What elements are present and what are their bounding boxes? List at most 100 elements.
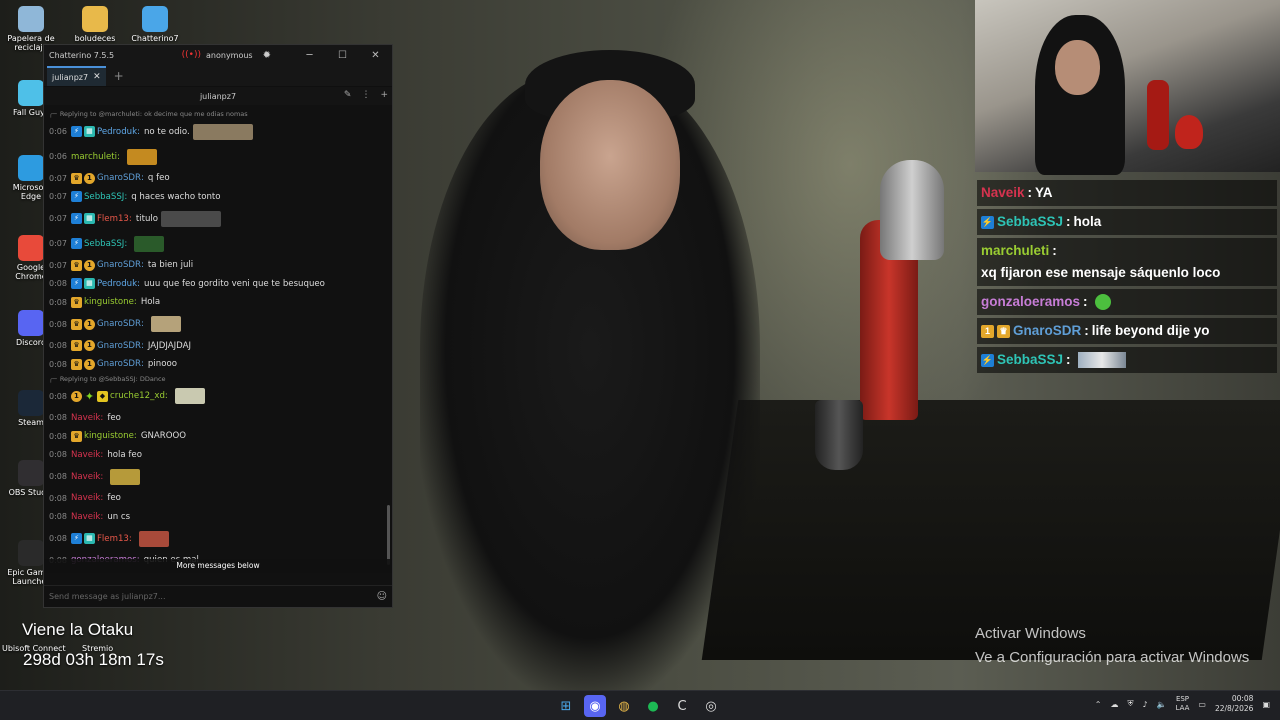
spark-badge-icon[interactable]: ✦ bbox=[84, 391, 95, 402]
language-indicator[interactable]: ESP LAA bbox=[1176, 695, 1190, 713]
chat-message[interactable]: 0:08 Naveik: un cs bbox=[49, 508, 392, 527]
chat-message[interactable]: 0:08 Naveik: hola feo bbox=[49, 446, 392, 465]
spotify-taskbar-icon[interactable]: ● bbox=[642, 695, 664, 717]
sub-badge-icon[interactable]: ▦ bbox=[83, 533, 95, 544]
maximize-button[interactable]: ☐ bbox=[326, 50, 359, 61]
prime-badge-icon[interactable]: ⚡ bbox=[70, 533, 82, 544]
discord-taskbar-icon[interactable]: ◉ bbox=[584, 695, 606, 717]
chat-message[interactable]: 0:07 ⚡ ▦ Flem13: titulo bbox=[49, 206, 392, 231]
reply-context[interactable]: Replying to @marchuleti: ok decime que m… bbox=[49, 109, 392, 119]
desktop-icon[interactable]: Chatterino7 bbox=[130, 6, 180, 43]
crown-badge-icon[interactable]: ♛ bbox=[70, 340, 82, 352]
chatterino-window[interactable]: Chatterino 7.5.5 ((•)) anonymous ✹ ─ ☐ ✕… bbox=[43, 44, 393, 608]
prime-badge-icon[interactable]: ⚡ bbox=[70, 126, 82, 137]
username[interactable]: cruche12_xd bbox=[110, 391, 165, 401]
username[interactable]: Pedroduk bbox=[97, 279, 137, 289]
num-badge-icon[interactable]: 1 bbox=[83, 340, 95, 352]
emote-image[interactable] bbox=[174, 388, 205, 404]
chat-message[interactable]: 0:08 ♛ 1 GnaroSDR: JAJDJAJDAJ bbox=[49, 337, 392, 356]
prime-badge-icon[interactable]: ⚡ bbox=[70, 238, 82, 249]
emote-image[interactable] bbox=[138, 530, 169, 547]
mic-icon[interactable]: ♪ bbox=[1142, 700, 1147, 709]
prime-badge-icon[interactable]: ⚡ bbox=[70, 191, 82, 203]
emote-image[interactable] bbox=[134, 235, 165, 252]
username[interactable]: GnaroSDR bbox=[97, 359, 141, 369]
desktop-icon[interactable]: boludeces bbox=[70, 6, 120, 43]
username[interactable]: GnaroSDR bbox=[97, 173, 141, 183]
username[interactable]: kinguistone bbox=[84, 297, 134, 307]
username[interactable]: Naveik bbox=[71, 493, 100, 503]
add-tab-icon[interactable]: + bbox=[114, 69, 124, 83]
username[interactable]: Pedroduk bbox=[97, 127, 137, 137]
more-icon[interactable]: ⋮ bbox=[361, 90, 370, 100]
crown-badge-icon[interactable]: ♛ bbox=[70, 358, 82, 370]
shield-icon[interactable]: ⛨ bbox=[1127, 699, 1133, 709]
username[interactable]: SebbaSSJ bbox=[84, 239, 124, 249]
network-app-icon[interactable]: ☁ bbox=[1110, 700, 1118, 709]
chat-message[interactable]: 0:08 ♛ kinguistone: GNAROOO bbox=[49, 427, 392, 446]
username[interactable]: GnaroSDR bbox=[97, 260, 141, 270]
chevron-up-icon[interactable]: ⌃ bbox=[1095, 700, 1102, 709]
more-messages-below[interactable]: More messages below bbox=[44, 559, 392, 573]
username[interactable]: Flem13 bbox=[97, 214, 129, 224]
tab-julianpz7[interactable]: julianpz7 ✕ bbox=[47, 66, 106, 86]
chat-message[interactable]: 0:07 ⚡ SebbaSSJ: q haces wacho tonto bbox=[49, 188, 392, 207]
username[interactable]: GnaroSDR bbox=[97, 341, 141, 351]
crown-badge-icon[interactable]: ♛ bbox=[70, 259, 82, 271]
chat-message[interactable]: 0:07 ♛ 1 GnaroSDR: ta bien juli bbox=[49, 256, 392, 275]
title-bar[interactable]: Chatterino 7.5.5 ((•)) anonymous ✹ ─ ☐ ✕ bbox=[44, 45, 392, 65]
num-badge-icon[interactable]: 1 bbox=[83, 259, 95, 271]
chat-message[interactable]: 0:08 Naveik: feo bbox=[49, 489, 392, 508]
username[interactable]: Naveik bbox=[71, 413, 100, 423]
crown-badge-icon[interactable]: ♛ bbox=[70, 318, 82, 330]
username[interactable]: Flem13 bbox=[97, 534, 129, 544]
message-list[interactable]: Replying to @marchuleti: ok decime que m… bbox=[44, 105, 392, 573]
chat-message[interactable]: 0:06 ⚡ ▦ Pedroduk: no te odio. bbox=[49, 119, 392, 144]
start-icon[interactable]: ⊞ bbox=[555, 695, 577, 717]
account-name[interactable]: anonymous bbox=[206, 51, 253, 60]
chrome-taskbar-icon[interactable]: ◍ bbox=[613, 695, 635, 717]
close-button[interactable]: ✕ bbox=[359, 50, 392, 61]
num-badge-icon[interactable]: 1 bbox=[70, 390, 82, 402]
num-badge-icon[interactable]: 1 bbox=[83, 358, 95, 370]
username[interactable]: kinguistone bbox=[84, 431, 134, 441]
prime-badge-icon[interactable]: ⚡ bbox=[70, 278, 82, 290]
volume-icon[interactable]: 🔈 bbox=[1157, 700, 1167, 709]
username[interactable]: Naveik bbox=[71, 450, 100, 460]
crown-badge-icon[interactable]: ♛ bbox=[70, 172, 82, 184]
clock[interactable]: 00:08 22/8/2026 bbox=[1215, 694, 1253, 714]
username[interactable]: Naveik bbox=[71, 472, 100, 482]
emote-picker-icon[interactable]: ☺ bbox=[377, 591, 387, 602]
sub-badge-icon[interactable]: ▦ bbox=[83, 278, 95, 290]
crown-badge-icon[interactable]: ♛ bbox=[70, 296, 82, 308]
pencil-icon[interactable]: ✎ bbox=[344, 90, 352, 100]
emote-image[interactable] bbox=[150, 316, 181, 332]
wifi-icon[interactable]: ▭ bbox=[1198, 700, 1206, 709]
scrollbar[interactable] bbox=[387, 505, 390, 565]
chatterino-taskbar-icon[interactable]: C bbox=[671, 695, 693, 717]
username[interactable]: marchuleti bbox=[71, 152, 117, 162]
sub-badge-icon[interactable]: ▦ bbox=[83, 213, 95, 224]
sub-badge-icon[interactable]: ▦ bbox=[83, 126, 95, 137]
username[interactable]: Naveik bbox=[71, 512, 100, 522]
gear-icon[interactable]: ✹ bbox=[263, 50, 271, 61]
chat-message[interactable]: 0:08 ⚡ ▦ Pedroduk: uuu que feo gordito veni … bbox=[49, 275, 392, 294]
chat-message[interactable]: 0:08 Naveik: bbox=[49, 464, 392, 489]
emote-image[interactable] bbox=[110, 468, 141, 485]
chat-message[interactable]: 0:08 ♛ kinguistone: Hola bbox=[49, 293, 392, 312]
notification-icon[interactable]: ▣ bbox=[1262, 700, 1270, 709]
chat-message[interactable]: 0:06 marchuleti: bbox=[49, 144, 392, 169]
close-tab-icon[interactable]: ✕ bbox=[93, 72, 101, 82]
chat-message[interactable]: 0:08 ♛ 1 GnaroSDR: pinooo bbox=[49, 355, 392, 374]
num-badge-icon[interactable]: 1 bbox=[83, 318, 95, 330]
bits-badge-icon[interactable]: ◆ bbox=[96, 390, 108, 402]
chat-message[interactable]: 0:08 Naveik: feo bbox=[49, 409, 392, 428]
chat-message[interactable]: 0:08 1 ✦ ◆ cruche12_xd: bbox=[49, 384, 392, 409]
add-split-icon[interactable]: + bbox=[380, 90, 388, 100]
obs-taskbar-icon[interactable]: ◎ bbox=[700, 695, 722, 717]
username[interactable]: SebbaSSJ bbox=[84, 192, 124, 202]
minimize-button[interactable]: ─ bbox=[293, 50, 326, 61]
emote-image[interactable] bbox=[126, 148, 157, 165]
chat-message[interactable]: 0:08 ⚡ ▦ Flem13: bbox=[49, 526, 392, 551]
chat-message[interactable]: 0:07 ⚡ SebbaSSJ: bbox=[49, 231, 392, 256]
